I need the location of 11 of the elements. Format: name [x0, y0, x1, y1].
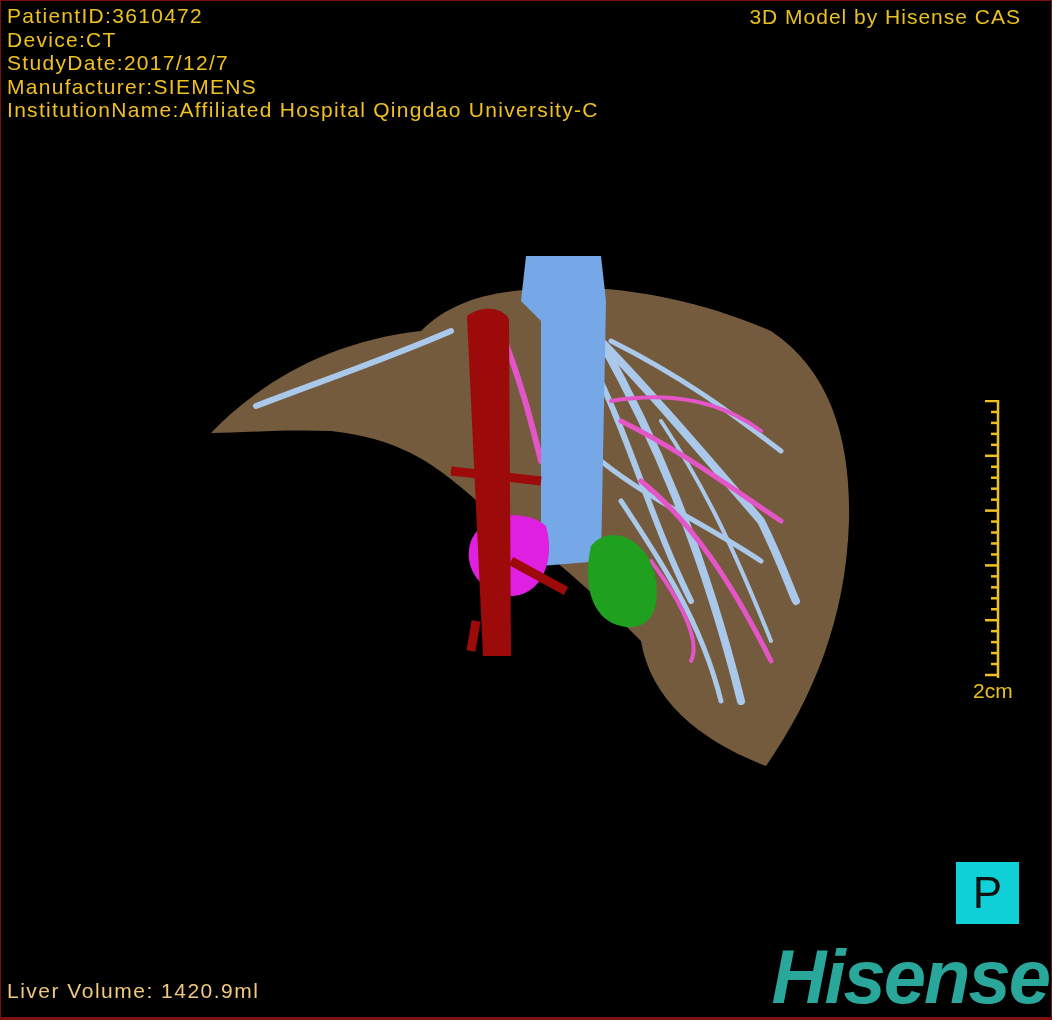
credit-text: 3D Model by Hisense CAS [749, 5, 1021, 29]
orientation-marker: P [956, 862, 1019, 924]
patient-info-text: Manufacturer:SIEMENS [7, 74, 259, 98]
patient-info-text: PatientID:3610472 [7, 4, 205, 28]
patient-info-text: Device:CT [7, 27, 118, 51]
patient-info-text: StudyDate:2017/12/7 [7, 51, 231, 75]
liver-volume-text: Liver Volume: 1420.9ml [7, 979, 260, 1003]
scale-label: 2cm [973, 679, 1013, 703]
scale-ruler-icon [985, 400, 1001, 678]
logo: Hisense [771, 937, 1049, 1017]
patient-info-text: InstitutionName:Affiliated Hospital Qingdao University-C [7, 98, 599, 122]
